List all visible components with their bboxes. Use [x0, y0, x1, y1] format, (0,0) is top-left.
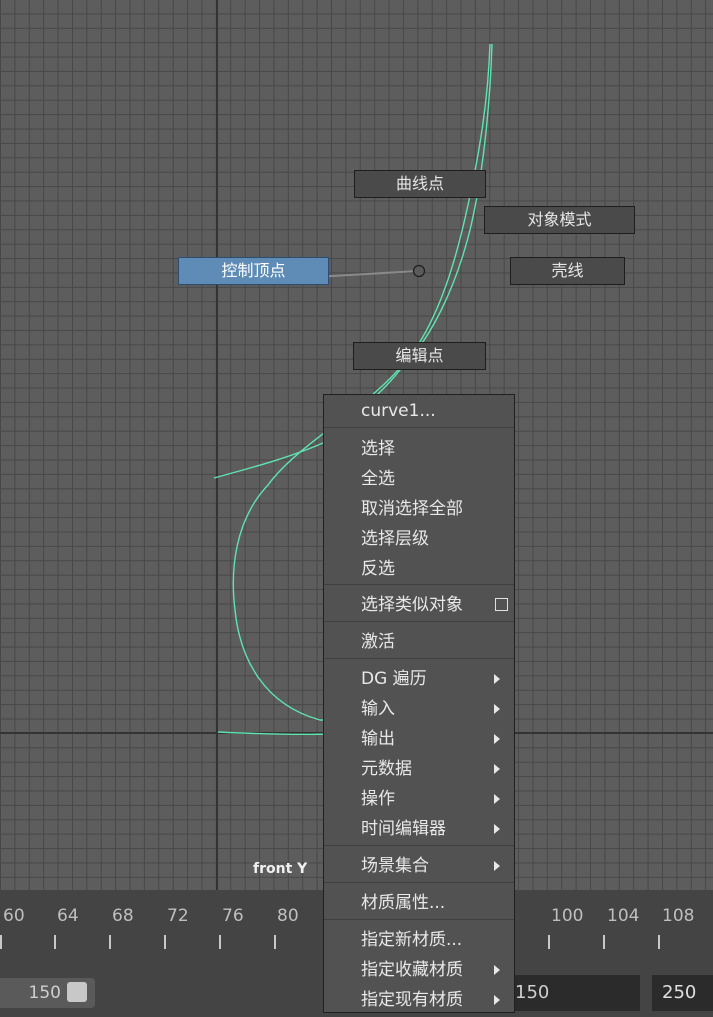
- option-box-icon[interactable]: [495, 598, 508, 611]
- submenu-arrow-icon: [494, 995, 500, 1005]
- timeline-tick-mark: [603, 935, 605, 949]
- timeline-tick-label: 108: [662, 906, 695, 926]
- submenu-arrow-icon: [494, 764, 500, 774]
- curve1-base: [217, 731, 331, 736]
- menu-item-inputs[interactable]: 输入: [324, 695, 514, 723]
- marking-curve-point[interactable]: 曲线点: [354, 170, 486, 198]
- menu-item-dg-traversal[interactable]: DG 遍历: [324, 665, 514, 693]
- menu-item-scene-sets[interactable]: 场景集合: [324, 852, 514, 880]
- menu-item-label: 操作: [361, 789, 395, 809]
- menu-item-select[interactable]: 选择: [324, 435, 514, 463]
- timeline-tick-label: 60: [3, 906, 25, 926]
- menu-item-label: 全选: [361, 469, 395, 489]
- range-slider[interactable]: 150: [0, 978, 95, 1008]
- menu-item-select-hierarchy[interactable]: 选择层级: [324, 525, 514, 553]
- marking-menu-center-dot: [412, 264, 426, 278]
- menu-item-time-editor[interactable]: 时间编辑器: [324, 815, 514, 843]
- timeline-tick-mark: [0, 935, 2, 949]
- menu-item-assign-existing-material[interactable]: 指定现有材质: [324, 986, 514, 1014]
- menu-item-label: 指定收藏材质: [361, 960, 463, 980]
- marking-control-vertex[interactable]: 控制顶点: [178, 257, 329, 285]
- timeline-tick-label: 72: [167, 906, 189, 926]
- menu-separator: [324, 427, 514, 428]
- marking-object-mode[interactable]: 对象模式: [484, 206, 635, 234]
- submenu-arrow-icon: [494, 794, 500, 804]
- menu-item-curve1[interactable]: curve1...: [324, 397, 514, 425]
- timeline-tick-label: 76: [222, 906, 244, 926]
- curve1-leg: [213, 439, 331, 479]
- timeline-tick-label: 104: [607, 906, 640, 926]
- submenu-arrow-icon: [494, 861, 500, 871]
- menu-item-assign-favorite-material[interactable]: 指定收藏材质: [324, 956, 514, 984]
- curve1-hull: [329, 43, 493, 436]
- menu-item-label: 材质属性...: [361, 893, 446, 913]
- submenu-arrow-icon: [494, 674, 500, 684]
- view-label: front Y: [253, 861, 308, 877]
- menu-item-label: 输入: [361, 699, 395, 719]
- timeline-tick-mark: [54, 935, 56, 949]
- timeline-tick-mark: [548, 935, 550, 949]
- menu-separator: [324, 584, 514, 585]
- timeline-tick-mark: [109, 935, 111, 949]
- timeline-tick-mark: [219, 935, 221, 949]
- menu-item-metadata[interactable]: 元数据: [324, 755, 514, 783]
- menu-separator: [324, 658, 514, 659]
- curve-context-menu: curve1... 选择 全选 取消选择全部 选择层级 反选 选择类似对象 激活…: [323, 394, 515, 1013]
- menu-item-label: 反选: [361, 559, 395, 579]
- submenu-arrow-icon: [494, 734, 500, 744]
- timeline-tick-mark: [658, 935, 660, 949]
- menu-item-deselect-all[interactable]: 取消选择全部: [324, 495, 514, 523]
- menu-item-label: curve1...: [361, 401, 436, 421]
- menu-item-label: DG 遍历: [361, 669, 427, 689]
- timeline-tick-mark: [164, 935, 166, 949]
- menu-item-label: 激活: [361, 632, 395, 652]
- menu-item-activate[interactable]: 激活: [324, 628, 514, 656]
- menu-item-actions[interactable]: 操作: [324, 785, 514, 813]
- menu-item-label: 场景集合: [361, 856, 429, 876]
- timeline-tick-mark: [274, 935, 276, 949]
- menu-item-outputs[interactable]: 输出: [324, 725, 514, 753]
- menu-item-label: 时间编辑器: [361, 819, 446, 839]
- menu-separator: [324, 919, 514, 920]
- range-end-value: 150: [28, 983, 61, 1003]
- range-slider-handle[interactable]: [67, 982, 87, 1002]
- menu-separator: [324, 621, 514, 622]
- menu-item-label: 元数据: [361, 759, 412, 779]
- animation-end-field[interactable]: 150: [505, 975, 640, 1011]
- max-time-field[interactable]: 250: [652, 975, 713, 1011]
- menu-item-label: 指定现有材质: [361, 990, 463, 1010]
- submenu-arrow-icon: [494, 965, 500, 975]
- menu-item-material-attributes[interactable]: 材质属性...: [324, 889, 514, 917]
- timeline-tick-label: 100: [551, 906, 584, 926]
- menu-separator: [324, 845, 514, 846]
- menu-separator: [324, 882, 514, 883]
- timeline-tick-label: 64: [57, 906, 79, 926]
- marking-hull[interactable]: 壳线: [510, 257, 625, 285]
- marking-edit-point[interactable]: 编辑点: [353, 342, 486, 370]
- menu-item-label: 选择层级: [361, 529, 429, 549]
- menu-item-label: 选择类似对象: [361, 595, 463, 615]
- menu-item-label: 取消选择全部: [361, 499, 463, 519]
- submenu-arrow-icon: [494, 824, 500, 834]
- timeline-tick-label: 80: [277, 906, 299, 926]
- menu-item-label: 输出: [361, 729, 395, 749]
- menu-item-label: 选择: [361, 439, 395, 459]
- menu-item-assign-new-material[interactable]: 指定新材质...: [324, 926, 514, 954]
- menu-item-select-similar[interactable]: 选择类似对象: [324, 591, 514, 619]
- menu-item-select-all[interactable]: 全选: [324, 465, 514, 493]
- timeline-tick-label: 68: [112, 906, 134, 926]
- submenu-arrow-icon: [494, 704, 500, 714]
- menu-item-invert-selection[interactable]: 反选: [324, 555, 514, 583]
- menu-item-label: 指定新材质...: [361, 930, 463, 950]
